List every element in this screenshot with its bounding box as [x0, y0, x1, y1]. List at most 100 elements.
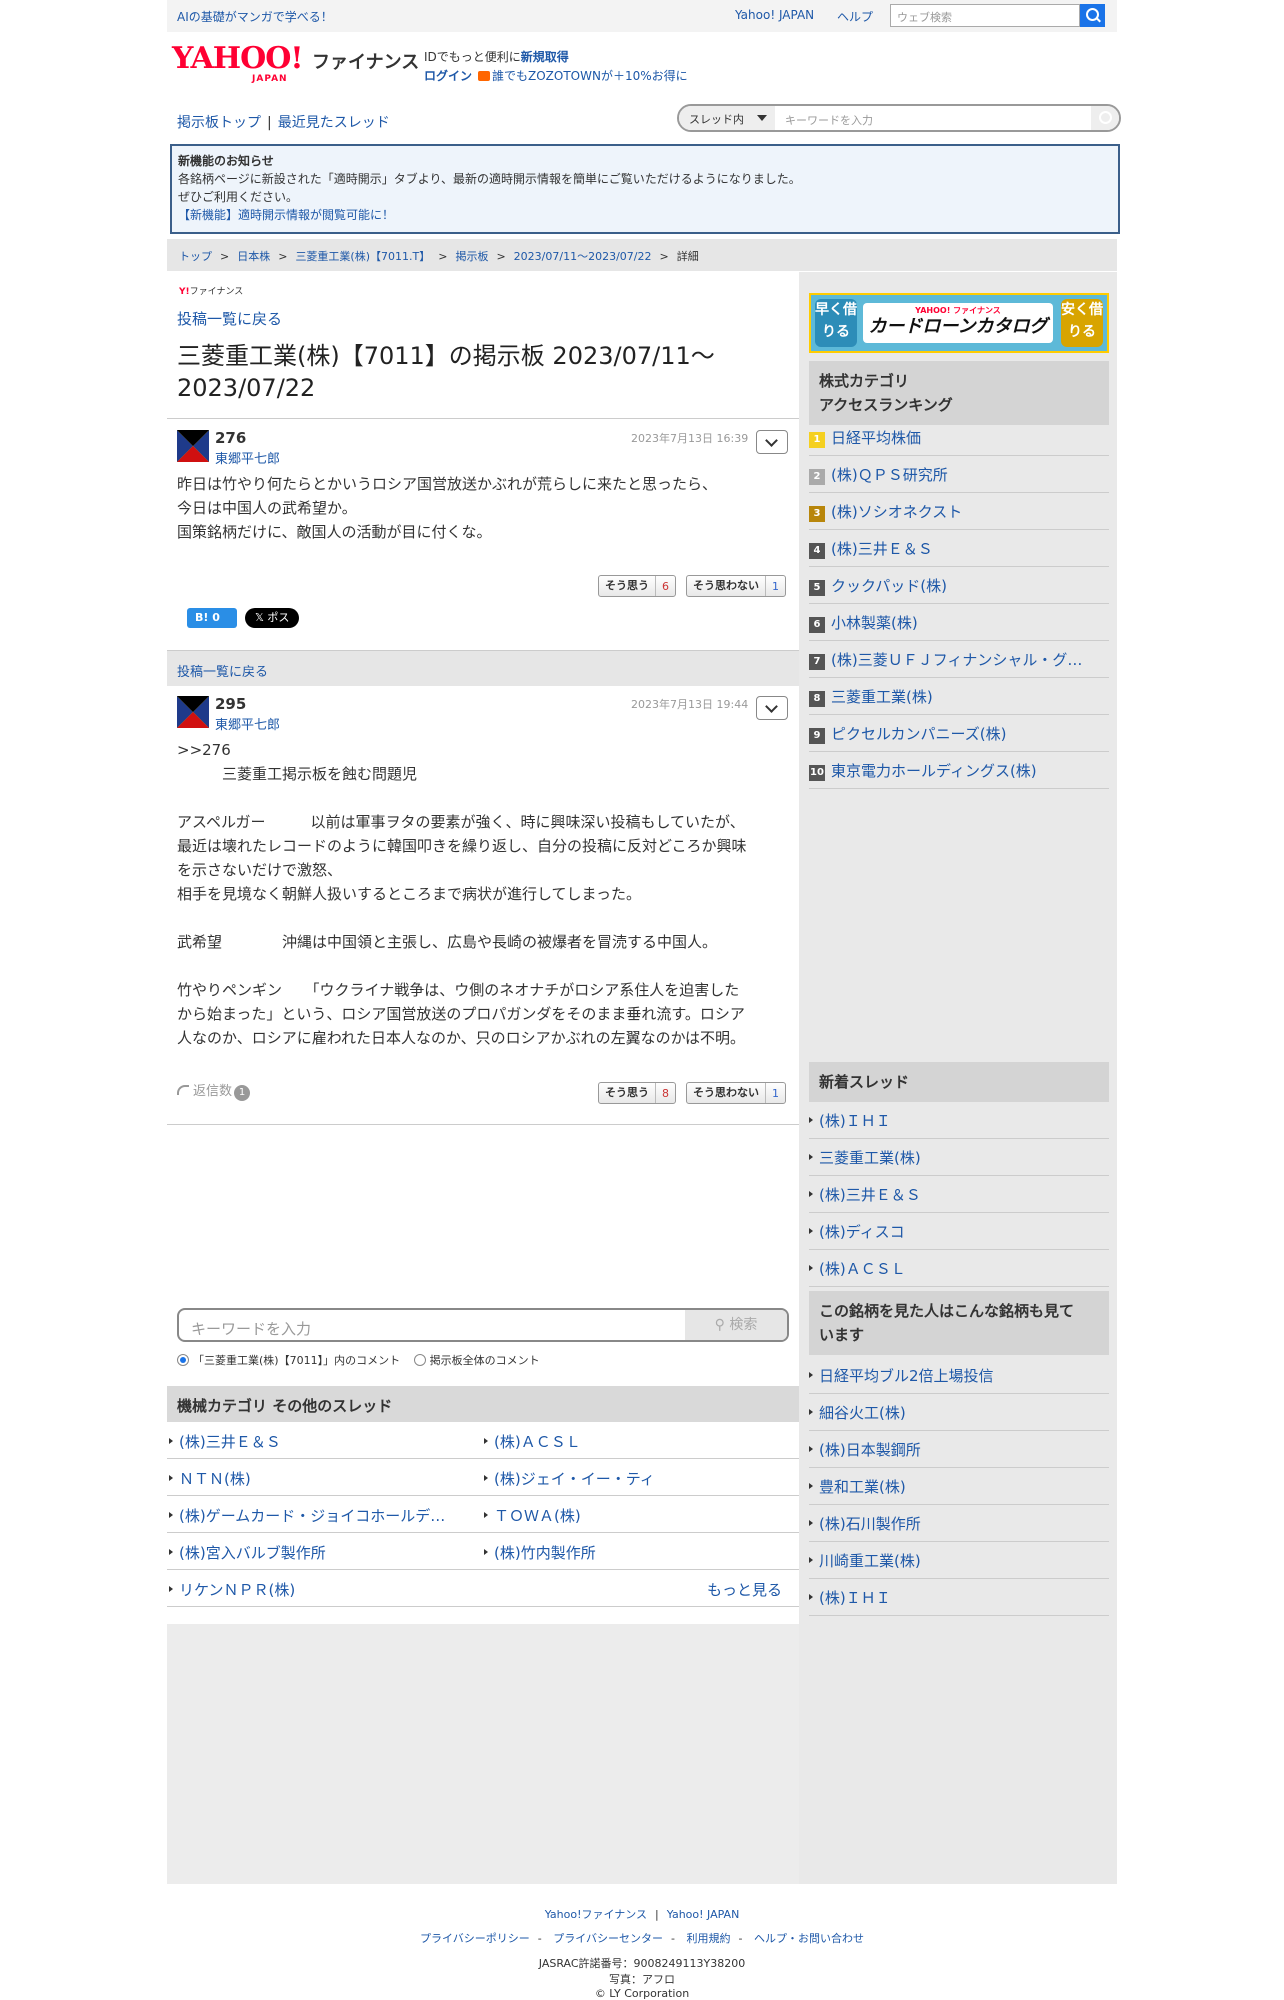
footer-yf-link[interactable]: Yahoo!ファイナンス — [545, 1908, 647, 1921]
breadcrumb-period[interactable]: 2023/07/11〜2023/07/22 — [514, 250, 652, 263]
ranking-item[interactable]: 1 日経平均株価 — [809, 419, 1109, 456]
reply-count-link[interactable]: 返信数 1 — [177, 1080, 251, 1101]
rank-badge: 2 — [809, 469, 825, 485]
thread-link[interactable]: リケンＮＰＲ(株) — [169, 1579, 469, 1600]
agree-count: 6 — [662, 579, 669, 593]
thread-link[interactable]: (株)宮入バルブ製作所 — [169, 1542, 469, 1563]
more-threads-link[interactable]: もっと見る — [707, 1579, 797, 1600]
web-search-button[interactable] — [1080, 4, 1105, 27]
disagree-button[interactable]: そう思わない 1 — [686, 575, 786, 597]
search-scope-select[interactable]: スレッド内 — [679, 106, 775, 130]
thread-row: リケンＮＰＲ(株) もっと見る — [167, 1570, 799, 1607]
banner-fast-badge: 早く借りる — [815, 299, 857, 347]
card-loan-banner[interactable]: 早く借りる YAHOO! ファイナンス カードローンカタログ 安く借りる — [809, 293, 1109, 353]
post-author[interactable]: 東郷平七郎 — [215, 448, 280, 467]
disagree-button[interactable]: そう思わない 1 — [686, 1082, 786, 1104]
post-date: 2023年7月13日 19:44 — [631, 698, 749, 711]
new-thread-item[interactable]: (株)ＩＨＩ — [809, 1102, 1109, 1139]
new-threads-header: 新着スレッド — [809, 1062, 1109, 1102]
ranking-item[interactable]: 10 東京電力ホールディングス(株) — [809, 752, 1109, 789]
promo-link[interactable]: AIの基礎がマンガで学べる！ — [177, 8, 333, 25]
breadcrumb: トップ > 日本株 > 三菱重工業(株)【7011.T】 > 掲示板 >2023/07/11〜… — [167, 239, 1117, 271]
radio-all-boards[interactable] — [413, 1354, 426, 1366]
thread-row: (株)宮入バルブ製作所 (株)竹内製作所 — [167, 1533, 799, 1570]
also-viewed-item[interactable]: 川崎重工業(株) — [809, 1542, 1109, 1579]
thread-search-button[interactable] — [1091, 106, 1119, 130]
footer-terms[interactable]: 利用規約 — [687, 1932, 731, 1945]
ranking-item[interactable]: 5 クックパッド(株) — [809, 567, 1109, 604]
recent-threads-link[interactable]: 最近見たスレッド — [278, 115, 390, 131]
agree-button[interactable]: そう思う 8 — [598, 1082, 676, 1104]
hatena-bookmark-button[interactable]: B! 0 — [187, 608, 237, 628]
ranking-item[interactable]: 2 (株)ＱＰＳ研究所 — [809, 456, 1109, 493]
rank-badge: 1 — [809, 432, 825, 448]
main-column: Y!ファイナンス 投稿一覧に戻る 三菱重工業(株)【7011】の掲示板 2023… — [167, 272, 799, 1884]
new-thread-item[interactable]: (株)ＡＣＳＬ — [809, 1250, 1109, 1287]
thread-link[interactable]: (株)ＡＣＳＬ — [484, 1431, 784, 1452]
agree-button[interactable]: そう思う 6 — [598, 575, 676, 597]
also-viewed-item[interactable]: 細谷火工(株) — [809, 1394, 1109, 1431]
post-number[interactable]: 295 — [215, 695, 246, 713]
breadcrumb-board[interactable]: 掲示板 — [455, 250, 488, 263]
rank-badge: 6 — [809, 617, 825, 633]
also-viewed-item[interactable]: (株)石川製作所 — [809, 1505, 1109, 1542]
footer-privacy-center[interactable]: プライバシーセンター — [553, 1932, 663, 1945]
x-post-button[interactable]: 𝕏 ポスト — [245, 608, 299, 644]
login-link[interactable]: ログイン — [424, 69, 472, 83]
thread-link[interactable]: ＮＴＮ(株) — [169, 1468, 469, 1489]
help-link[interactable]: ヘルプ — [837, 8, 873, 25]
also-viewed-item[interactable]: 豊和工業(株) — [809, 1468, 1109, 1505]
radio-this-stock-label: 「三菱重工業(株)【7011】」内のコメント — [193, 1354, 401, 1367]
notice-link[interactable]: 【新機能】適時開示情報が閲覧可能に！ — [178, 208, 394, 222]
ranking-item[interactable]: 6 小林製薬(株) — [809, 604, 1109, 641]
thread-link[interactable]: ＴＯＷＡ(株) — [484, 1505, 784, 1526]
comment-search-input[interactable]: キーワードを入力 — [191, 1318, 311, 1339]
also-viewed-item[interactable]: 日経平均ブル2倍上場投信 — [809, 1357, 1109, 1394]
rank-badge: 3 — [809, 506, 825, 522]
back-bar: 投稿一覧に戻る — [167, 650, 799, 686]
avatar[interactable] — [177, 430, 209, 462]
radio-this-stock[interactable] — [177, 1354, 189, 1366]
web-search-input[interactable]: ウェブ検索 — [890, 4, 1080, 27]
new-thread-item[interactable]: (株)ディスコ — [809, 1213, 1109, 1250]
ranking-item[interactable]: 9 ピクセルカンパニーズ(株) — [809, 715, 1109, 752]
notice-title: 新機能のお知らせ — [178, 154, 274, 168]
breadcrumb-jp-stocks[interactable]: 日本株 — [237, 250, 270, 263]
comment-search: キーワードを入力 ⚲ 検索 — [177, 1308, 789, 1342]
ranking-item[interactable]: 3 (株)ソシオネクスト — [809, 493, 1109, 530]
thread-search-input[interactable]: キーワードを入力 — [785, 112, 873, 128]
also-viewed-item[interactable]: (株)ＩＨＩ — [809, 1579, 1109, 1616]
yahoo-logo[interactable]: YAHOO! JAPAN — [172, 44, 312, 85]
bbs-top-link[interactable]: 掲示板トップ — [177, 115, 261, 131]
yahoo-japan-link[interactable]: Yahoo! JAPAN — [735, 8, 814, 22]
comment-search-button[interactable]: ⚲ 検索 — [685, 1310, 787, 1340]
back-to-list-link[interactable]: 投稿一覧に戻る — [177, 308, 282, 329]
rank-badge: 9 — [809, 728, 825, 744]
ranking-item[interactable]: 8 三菱重工業(株) — [809, 678, 1109, 715]
thread-link[interactable]: (株)ジェイ・イー・ティ — [484, 1468, 784, 1489]
post-menu-button[interactable] — [756, 430, 788, 454]
thread-link[interactable]: (株)ゲームカード・ジョイコホールデ… — [169, 1505, 469, 1526]
zozo-link[interactable]: 誰でもZOZOTOWNが＋10%お得に — [492, 69, 688, 83]
id-promo: IDでもっと便利に新規取得 — [424, 48, 569, 65]
footer-help[interactable]: ヘルプ・お問い合わせ — [754, 1932, 864, 1945]
footer-yj-link[interactable]: Yahoo! JAPAN — [667, 1908, 740, 1921]
signup-link[interactable]: 新規取得 — [521, 50, 569, 64]
new-thread-item[interactable]: (株)三井Ｅ＆Ｓ — [809, 1176, 1109, 1213]
thread-link[interactable]: (株)竹内製作所 — [484, 1542, 784, 1563]
finance-logo-text[interactable]: ファイナンス — [312, 48, 419, 74]
post-number[interactable]: 276 — [215, 429, 246, 447]
breadcrumb-stock[interactable]: 三菱重工業(株)【7011.T】 — [295, 250, 430, 263]
also-viewed-item[interactable]: (株)日本製鋼所 — [809, 1431, 1109, 1468]
ranking-item[interactable]: 7 (株)三菱ＵＦＪフィナンシャル・グ… — [809, 641, 1109, 678]
cart-icon — [478, 71, 491, 81]
back-to-list-link-2[interactable]: 投稿一覧に戻る — [177, 661, 268, 680]
ranking-item[interactable]: 4 (株)三井Ｅ＆Ｓ — [809, 530, 1109, 567]
new-thread-item[interactable]: 三菱重工業(株) — [809, 1139, 1109, 1176]
post-menu-button[interactable] — [756, 696, 788, 720]
post-author[interactable]: 東郷平七郎 — [215, 714, 280, 733]
thread-link[interactable]: (株)三井Ｅ＆Ｓ — [169, 1431, 469, 1452]
footer-privacy-policy[interactable]: プライバシーポリシー — [420, 1932, 530, 1945]
breadcrumb-top[interactable]: トップ — [179, 250, 212, 263]
avatar[interactable] — [177, 696, 209, 728]
